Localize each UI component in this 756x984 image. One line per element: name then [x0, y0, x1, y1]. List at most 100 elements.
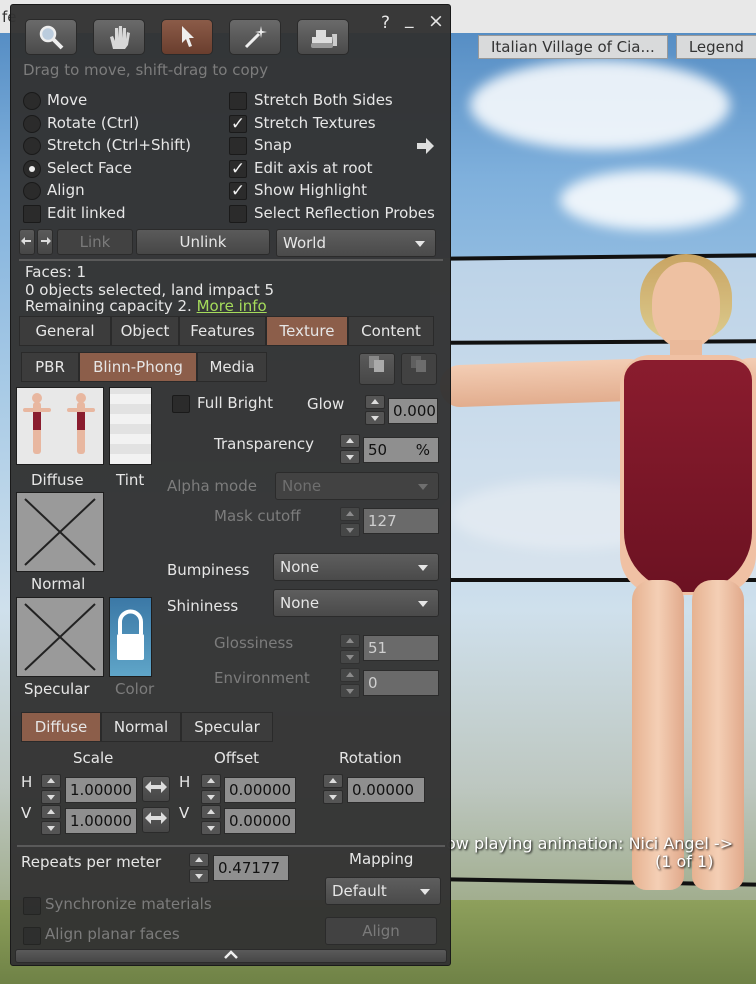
subtab-media[interactable]: Media	[197, 352, 267, 382]
stretch-both-sides-checkbox[interactable]	[229, 92, 247, 110]
offset-h-input[interactable]: 0.00000	[224, 777, 296, 803]
unlink-button[interactable]: Unlink	[136, 229, 270, 255]
grab-tool-button[interactable]	[93, 19, 145, 55]
flip-h-button[interactable]	[142, 776, 170, 802]
shininess-label: Shininess	[167, 597, 239, 615]
subtab-pbr[interactable]: PBR	[21, 352, 79, 382]
minimize-button[interactable]: _	[405, 9, 414, 29]
glossiness-spinner[interactable]	[340, 634, 360, 664]
select-tool-button[interactable]	[161, 19, 213, 55]
tab-general[interactable]: General	[19, 316, 111, 346]
prev-link-button[interactable]	[19, 229, 35, 255]
radio-move[interactable]	[23, 92, 41, 110]
more-info-link[interactable]: More info	[197, 297, 267, 315]
glossiness-input[interactable]: 51	[363, 635, 439, 661]
close-button[interactable]: ×	[428, 10, 444, 32]
environment-spinner[interactable]	[340, 668, 360, 698]
chevron-down-icon	[418, 565, 428, 571]
arrow-right-icon	[41, 237, 51, 245]
sync-materials-checkbox[interactable]	[23, 897, 41, 915]
stretch-textures-checkbox[interactable]: ✓	[229, 115, 247, 133]
radio-rotate[interactable]	[23, 115, 41, 133]
edit-axis-root-checkbox[interactable]: ✓	[229, 160, 247, 178]
mask-cutoff-input[interactable]: 127	[363, 508, 439, 534]
diffuse-texture-swatch[interactable]	[16, 387, 104, 465]
grid-mode-combo[interactable]: World	[276, 229, 436, 257]
tint-color-swatch[interactable]	[109, 387, 152, 465]
scale-v-spinner[interactable]	[41, 805, 61, 835]
land-tool-button[interactable]	[297, 19, 349, 55]
radio-select-face[interactable]	[23, 160, 41, 178]
snap-label: Snap	[254, 136, 292, 154]
normal-texture-swatch[interactable]	[16, 492, 104, 572]
map-tab-diffuse[interactable]: Diffuse	[21, 712, 101, 742]
rotation-spinner[interactable]	[323, 774, 343, 804]
bumpiness-label: Bumpiness	[167, 561, 250, 579]
bumpiness-value: None	[280, 558, 320, 576]
alpha-mode-label: Alpha mode	[167, 477, 257, 495]
tab-features[interactable]: Features	[179, 316, 266, 346]
radio-select-face-label: Select Face	[47, 159, 132, 177]
mask-cutoff-spinner[interactable]	[340, 507, 360, 537]
flip-v-button[interactable]	[142, 807, 170, 833]
offset-v-input[interactable]: 0.00000	[224, 808, 296, 834]
snap-checkbox[interactable]	[229, 137, 247, 155]
radio-move-label: Move	[47, 91, 88, 109]
paste-face-button[interactable]	[401, 353, 437, 385]
collapse-panel-button[interactable]	[15, 949, 447, 963]
shininess-combo[interactable]: None	[273, 589, 439, 617]
specular-color-swatch[interactable]	[109, 597, 152, 677]
offset-header: Offset	[214, 749, 260, 767]
world-tab[interactable]: Legend	[675, 35, 756, 59]
tab-content[interactable]: Content	[348, 316, 434, 346]
align-planar-checkbox[interactable]	[23, 927, 41, 945]
scale-header: Scale	[73, 749, 114, 767]
scale-h-input[interactable]: 1.00000	[65, 777, 137, 803]
full-bright-checkbox[interactable]	[172, 395, 190, 413]
repeats-spinner[interactable]	[189, 853, 209, 883]
scale-h-label: H	[21, 773, 33, 791]
scale-h-spinner[interactable]	[41, 774, 61, 804]
glow-spinner[interactable]	[365, 395, 385, 425]
rotation-input[interactable]: 0.00000	[347, 777, 425, 803]
build-floater[interactable]: ? _ × Drag to move, shift-drag to copy M…	[10, 4, 451, 966]
zoom-tool-button[interactable]	[25, 19, 77, 55]
specular-texture-swatch[interactable]	[16, 597, 104, 677]
help-button[interactable]: ?	[381, 13, 390, 33]
remaining-capacity: Remaining capacity 2. More info	[25, 297, 267, 315]
show-highlight-checkbox[interactable]: ✓	[229, 182, 247, 200]
animation-overlay-count: (1 of 1)	[655, 852, 714, 871]
avatar[interactable]	[439, 250, 756, 900]
offset-h-label: H	[179, 773, 191, 791]
repeats-input[interactable]: 0.47177	[213, 855, 289, 881]
glow-input[interactable]: 0.000	[388, 398, 438, 424]
subtab-blinn-phong[interactable]: Blinn-Phong	[79, 352, 197, 382]
transparency-input[interactable]: 50%	[363, 437, 439, 463]
edit-linked-checkbox[interactable]	[23, 205, 41, 223]
glow-label: Glow	[307, 395, 345, 413]
scale-v-input[interactable]: 1.00000	[65, 808, 137, 834]
create-tool-button[interactable]	[229, 19, 281, 55]
offset-v-spinner[interactable]	[201, 805, 221, 835]
transparency-value: 50	[368, 441, 388, 459]
map-tab-specular[interactable]: Specular	[181, 712, 273, 742]
next-link-button[interactable]	[37, 229, 53, 255]
tab-texture[interactable]: Texture	[266, 316, 348, 346]
copy-face-button[interactable]	[359, 353, 395, 385]
radio-align[interactable]	[23, 182, 41, 200]
radio-stretch-label: Stretch (Ctrl+Shift)	[47, 136, 191, 154]
world-tab[interactable]: Italian Village of Cia...	[478, 35, 668, 59]
select-reflection-probes-checkbox[interactable]	[229, 205, 247, 223]
environment-input[interactable]: 0	[363, 670, 439, 696]
align-button[interactable]: Align	[325, 917, 437, 945]
snap-options-arrow-icon[interactable]	[415, 137, 435, 159]
offset-h-spinner[interactable]	[201, 774, 221, 804]
alpha-mode-combo[interactable]: None	[275, 472, 439, 500]
map-tab-normal[interactable]: Normal	[101, 712, 181, 742]
tab-object[interactable]: Object	[111, 316, 179, 346]
link-button[interactable]: Link	[57, 229, 133, 255]
mapping-combo[interactable]: Default	[325, 877, 441, 905]
bumpiness-combo[interactable]: None	[273, 553, 439, 581]
transparency-spinner[interactable]	[340, 434, 360, 464]
radio-stretch[interactable]	[23, 137, 41, 155]
